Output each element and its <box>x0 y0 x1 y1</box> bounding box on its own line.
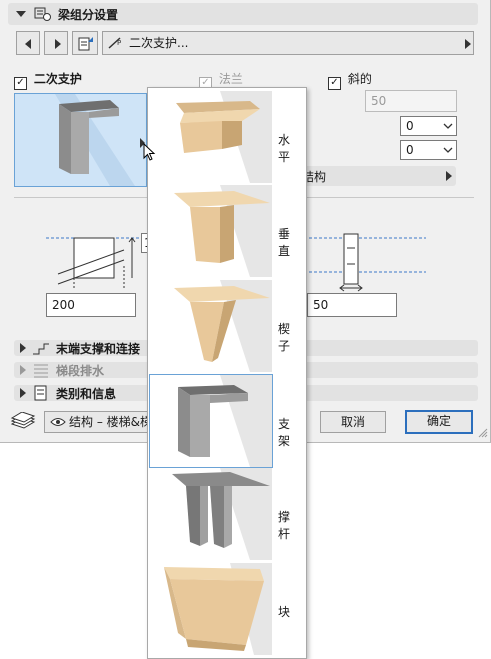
checkbox-box: ✓ <box>328 77 341 90</box>
option-label: 水平 <box>278 133 291 164</box>
horizontal-profile-icon <box>176 91 272 183</box>
layers-icon <box>10 412 36 429</box>
chevron-down-icon <box>443 123 453 129</box>
next-icon <box>55 39 61 49</box>
ok-button[interactable]: 确定 <box>405 410 473 434</box>
block-profile-icon <box>164 563 272 655</box>
profile-option-strut[interactable]: 撑杆 <box>150 468 290 560</box>
bracket-profile-icon <box>178 375 272 467</box>
offset-dropdown-1[interactable]: 0 <box>400 116 457 136</box>
next-button[interactable] <box>44 31 68 55</box>
eye-icon <box>50 418 66 426</box>
profile-option-block[interactable]: 块 <box>150 563 290 655</box>
dropdown-value: 0 <box>406 119 414 133</box>
cancel-button[interactable]: 取消 <box>320 411 386 433</box>
profile-option-horizontal[interactable]: 水平 <box>150 91 290 183</box>
width-field-right[interactable]: 50 <box>307 293 397 317</box>
section-label: 末端支撑和连接 <box>56 342 141 356</box>
option-label: 块 <box>278 605 291 619</box>
expand-arrow-icon <box>465 39 471 49</box>
dropdown-value: 0 <box>406 143 414 157</box>
end-support-icon <box>33 343 49 355</box>
profile-option-vertical[interactable]: 垂直 <box>150 185 290 277</box>
wedge-profile-icon <box>174 280 272 372</box>
layer-selector[interactable]: 结构 – 楼梯&梯 <box>44 411 148 433</box>
structure-panel[interactable]: 结构 <box>290 166 456 186</box>
header-bar[interactable]: 梁组分设置 <box>8 3 478 25</box>
svg-text:P: P <box>117 39 121 47</box>
vertical-profile-icon <box>174 185 272 277</box>
beam-settings-icon <box>34 7 51 21</box>
inclined-checkbox[interactable]: ✓ 斜的 <box>328 70 372 90</box>
profile-option-bracket[interactable]: 支架 <box>149 374 290 468</box>
expand-icon <box>20 388 26 398</box>
component-selector[interactable]: P 二次支护... <box>102 31 474 55</box>
offset-dropdown-2[interactable]: 0 <box>400 140 457 160</box>
inclined-label: 斜的 <box>347 72 372 86</box>
list-icon <box>78 37 93 51</box>
section-label: 类别和信息 <box>56 387 117 401</box>
option-label: 撑杆 <box>278 510 291 541</box>
resize-grip-icon[interactable] <box>478 428 488 438</box>
inclined-value-field[interactable]: 50 <box>365 90 457 112</box>
component-list-button[interactable] <box>72 31 98 55</box>
category-icon <box>34 385 47 401</box>
secondary-support-checkbox[interactable]: ✓ 二次支护 <box>14 70 82 90</box>
expand-icon <box>20 343 26 353</box>
drainage-icon <box>34 364 48 378</box>
chevron-down-icon <box>443 147 453 153</box>
bracket-preview-icon <box>55 94 135 186</box>
collapse-icon[interactable] <box>16 11 26 17</box>
structure-arrow-icon <box>446 171 452 181</box>
strut-profile-icon <box>172 468 272 560</box>
previous-icon <box>25 39 31 49</box>
profile-option-wedge[interactable]: 楔子 <box>150 280 290 372</box>
component-nav: P 二次支护... <box>16 31 474 55</box>
previous-button[interactable] <box>16 31 40 55</box>
option-label: 楔子 <box>278 322 291 353</box>
layer-name: 结构 – 楼梯&梯 <box>69 415 148 429</box>
section-diagram-left <box>46 237 148 290</box>
option-label: 垂直 <box>278 227 291 258</box>
option-label: 支架 <box>278 417 291 448</box>
section-label: 梯段排水 <box>56 364 105 378</box>
mouse-cursor-icon <box>143 143 156 161</box>
checkbox-box: ✓ <box>14 77 27 90</box>
section-diagram-right <box>304 233 426 292</box>
beam-type-icon: P <box>108 37 121 49</box>
profile-type-popup: 水平 垂直 楔子 支架 撑杆 块 <box>147 87 307 659</box>
component-name: 二次支护... <box>129 36 189 50</box>
expand-icon <box>20 365 26 375</box>
profile-preview[interactable] <box>14 93 147 187</box>
secondary-support-label: 二次支护 <box>33 72 82 86</box>
flange-label: 法兰 <box>218 72 243 86</box>
header-title: 梁组分设置 <box>58 8 119 22</box>
width-field-left[interactable]: 200 <box>46 293 136 317</box>
